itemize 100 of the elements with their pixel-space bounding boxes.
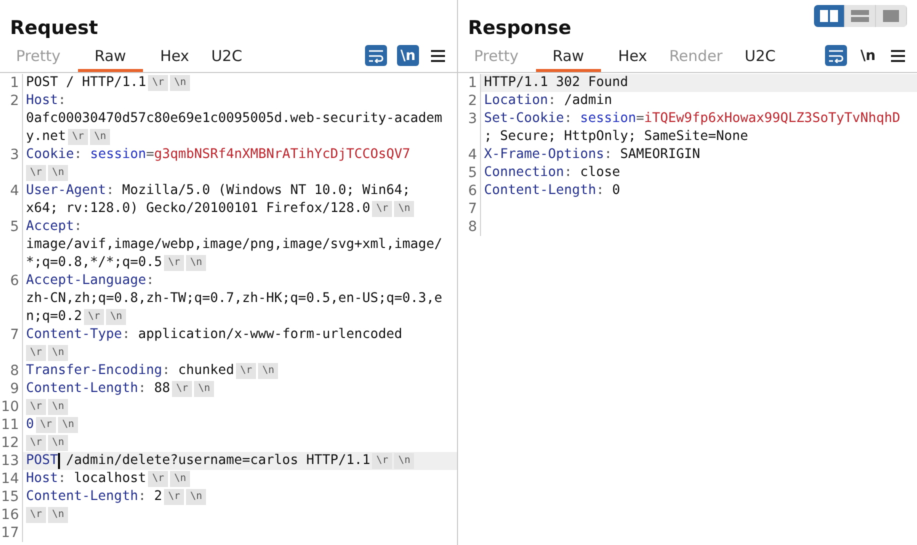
line-ending-marker: \r xyxy=(36,417,56,433)
rows-icon xyxy=(850,9,870,23)
code-text: x64; rv:128.0) Gecko/20100101 Firefox/128.0 xyxy=(26,200,370,218)
code-text: X-Frame-Options: SAMEORIGIN xyxy=(484,146,700,164)
line-number: 2 xyxy=(468,93,477,109)
code-text: Accept-Language: xyxy=(26,272,154,290)
line-number: 2 xyxy=(10,93,19,109)
columns-icon xyxy=(819,9,839,23)
line-number: 13 xyxy=(1,453,19,469)
wrap-lines-icon xyxy=(828,48,844,62)
code-text: POST /admin/delete?username=carlos HTTP/1.1 xyxy=(26,452,370,470)
line-number: 16 xyxy=(1,507,19,523)
single-pane-icon xyxy=(881,9,901,23)
line-ending-marker: \r xyxy=(26,507,46,523)
code-text: Transfer-Encoding: chunked xyxy=(26,362,234,380)
code-text: Content-Length: 0 xyxy=(484,182,620,200)
line-ending-marker: \r xyxy=(68,129,88,145)
code-text: User-Agent: Mozilla/5.0 (Windows NT 10.0; Win64; xyxy=(26,182,410,200)
menu-icon[interactable] xyxy=(431,50,445,62)
line-ending-marker: \n xyxy=(170,75,190,91)
view-tab[interactable]: Raw xyxy=(78,47,144,72)
code-text: Content-Length: 2 xyxy=(26,488,162,506)
menu-icon[interactable] xyxy=(891,50,905,62)
code-text: n;q=0.2 xyxy=(26,308,82,326)
line-ending-marker: \r xyxy=(172,381,192,397)
code-text: Content-Length: 88 xyxy=(26,380,170,398)
view-tab[interactable]: Hex xyxy=(155,47,194,72)
wrap-lines-icon xyxy=(368,48,384,62)
line-number: 6 xyxy=(10,273,19,289)
code-text: 0afc00030470d57c80e69e1c0095005d.web-security-academ xyxy=(26,110,442,128)
line-ending-marker: \n xyxy=(394,201,414,217)
code-text: Location: /admin xyxy=(484,92,612,110)
view-tab[interactable]: Hex xyxy=(613,47,652,72)
line-ending-marker: \r xyxy=(148,471,168,487)
line-ending-marker: \r xyxy=(164,255,184,271)
line-number: 3 xyxy=(468,111,477,127)
line-number: 8 xyxy=(10,363,19,379)
line-number: 12 xyxy=(1,435,19,451)
line-number: 11 xyxy=(1,417,19,433)
line-number: 9 xyxy=(10,381,19,397)
line-number: 5 xyxy=(468,165,477,181)
line-number: 4 xyxy=(10,183,19,199)
code-text: Accept: xyxy=(26,218,82,236)
line-number: 8 xyxy=(468,219,477,235)
view-tab[interactable]: U2C xyxy=(206,47,248,72)
panel-title: Request xyxy=(10,16,98,40)
line-ending-marker: \r xyxy=(26,399,46,415)
newline-toggle-button[interactable]: \n xyxy=(857,45,879,66)
line-ending-marker: \r xyxy=(26,435,46,451)
line-number: 7 xyxy=(10,327,19,343)
view-tab[interactable]: U2C xyxy=(740,47,781,72)
line-ending-marker: \n xyxy=(90,129,110,145)
code-text: Host: xyxy=(26,92,66,110)
line-number: 14 xyxy=(1,471,19,487)
line-ending-marker: \n xyxy=(48,345,68,361)
line-ending-marker: \n xyxy=(194,381,214,397)
code-text: HTTP/1.1 302 Found xyxy=(484,74,628,92)
newline-toggle-button[interactable]: \n xyxy=(397,45,419,66)
code-text: Host: localhost xyxy=(26,470,146,488)
line-ending-marker: \n xyxy=(48,507,68,523)
line-ending-marker: \r xyxy=(372,453,392,469)
line-ending-marker: \r xyxy=(164,489,184,505)
code-text: image/avif,image/webp,image/png,image/svg+xml,image/ xyxy=(26,236,442,254)
code-text: Set-Cookie: session=iTQEw9fp6xHowax99QLZ3SoTyTvNhqhD xyxy=(484,110,900,128)
line-ending-marker: \n xyxy=(48,399,68,415)
line-number: 4 xyxy=(468,147,477,163)
line-number: 15 xyxy=(1,489,19,505)
wrap-toggle-button[interactable] xyxy=(825,45,847,66)
layout-button[interactable] xyxy=(814,5,845,27)
code-text: zh-CN,zh;q=0.8,zh-TW;q=0.7,zh-HK;q=0.5,en-US;q=0.3,e xyxy=(26,290,442,308)
line-number: 1 xyxy=(10,75,19,91)
line-number: 10 xyxy=(1,399,19,415)
code-text: Cookie: session=g3qmbNSRf4nXMBNrATihYcDjTCCOsQV7 xyxy=(26,146,410,164)
code-text: POST / HTTP/1.1 xyxy=(26,74,146,92)
line-ending-marker: \r xyxy=(372,201,392,217)
line-ending-marker: \n xyxy=(258,363,278,379)
code-text: 0 xyxy=(26,416,34,434)
code-text: y.net xyxy=(26,128,66,146)
line-ending-marker: \r xyxy=(26,165,46,181)
line-ending-marker: \n xyxy=(48,435,68,451)
line-ending-marker: \n xyxy=(58,417,78,433)
line-number: 3 xyxy=(10,147,19,163)
line-ending-marker: \r xyxy=(26,345,46,361)
wrap-toggle-button[interactable] xyxy=(365,45,387,66)
line-ending-marker: \r xyxy=(236,363,256,379)
code-text: *;q=0.8,*/*;q=0.5 xyxy=(26,254,162,272)
line-number: 6 xyxy=(468,183,477,199)
line-number: 1 xyxy=(468,75,477,91)
line-ending-marker: \n xyxy=(48,165,68,181)
panel-title: Response xyxy=(468,16,572,40)
line-ending-marker: \r xyxy=(148,75,168,91)
code-text: Connection: close xyxy=(484,164,620,182)
code-text: Content-Type: application/x-www-form-urlencoded xyxy=(26,326,402,344)
line-ending-marker: \r xyxy=(84,309,104,325)
line-ending-marker: \n xyxy=(106,309,126,325)
line-number: 17 xyxy=(1,525,19,541)
line-number: 5 xyxy=(10,219,19,235)
line-ending-marker: \n xyxy=(186,489,206,505)
code-text: ; Secure; HttpOnly; SameSite=None xyxy=(484,128,748,146)
line-ending-marker: \n xyxy=(186,255,206,271)
